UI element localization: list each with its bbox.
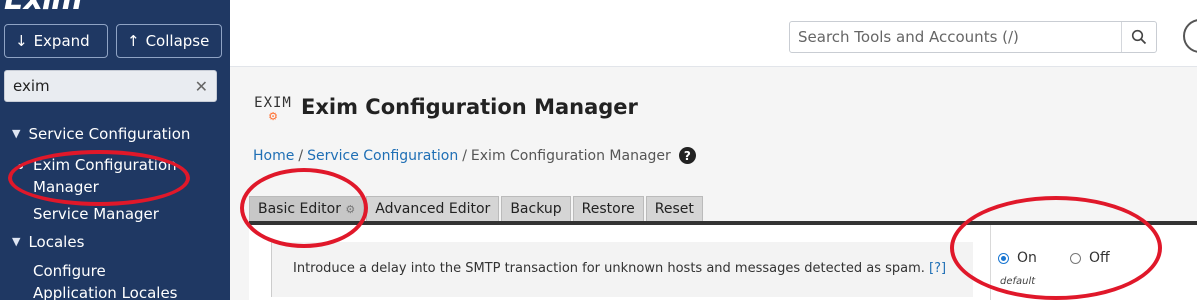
sidebar-item-label: Service Manager bbox=[33, 205, 159, 223]
radio-on[interactable]: On bbox=[998, 250, 1037, 266]
column-divider bbox=[990, 225, 991, 300]
nav-section-label: Locales bbox=[28, 233, 85, 251]
nav-section-locales[interactable]: ▼ Locales bbox=[0, 228, 230, 256]
radio-on-indicator[interactable] bbox=[998, 252, 1009, 264]
tab-label: Reset bbox=[654, 201, 694, 217]
setting-description-text: Introduce a delay into the SMTP transact… bbox=[293, 261, 925, 276]
tab-basic-editor[interactable]: Basic Editor ⚙ bbox=[249, 196, 365, 222]
exim-logo: EXIM ⚙ bbox=[253, 95, 293, 123]
tab-restore[interactable]: Restore bbox=[572, 196, 644, 222]
sidebar-item-configure-application-locales[interactable]: Configure Application Locales bbox=[0, 260, 230, 300]
nav-section-service-configuration[interactable]: ▼ Service Configuration bbox=[0, 120, 230, 148]
sidebar-item-service-manager[interactable]: Service Manager bbox=[0, 203, 230, 225]
user-icon[interactable] bbox=[1183, 19, 1197, 53]
sidebar: Exim ↓ Expand ↑ Collapse exim ✕ ▼ Servic… bbox=[0, 0, 230, 300]
tab-reset[interactable]: Reset bbox=[645, 196, 703, 222]
settings-icon: ⚙ bbox=[345, 203, 356, 216]
setting-options: On Off default bbox=[994, 242, 1197, 297]
sidebar-search-value: exim bbox=[13, 77, 50, 95]
search-tools-input[interactable]: Search Tools and Accounts (/) bbox=[789, 21, 1157, 53]
collapse-label: Collapse bbox=[145, 32, 210, 50]
main-content: EXIM ⚙ Exim Configuration Manager Home /… bbox=[230, 67, 1197, 300]
tab-backup[interactable]: Backup bbox=[501, 196, 571, 222]
tab-label: Advanced Editor bbox=[375, 201, 491, 217]
chevron-down-icon: ▼ bbox=[12, 127, 21, 140]
chevron-down-icon: ▼ bbox=[12, 235, 21, 248]
expand-label: Expand bbox=[33, 32, 90, 50]
page-title: Exim Configuration Manager bbox=[301, 95, 638, 119]
setting-row: Introduce a delay into the SMTP transact… bbox=[271, 242, 973, 297]
sidebar-item-label: Configure Application Locales bbox=[33, 262, 178, 300]
arrow-up-icon: ↑ bbox=[127, 32, 140, 50]
settings-panel: Introduce a delay into the SMTP transact… bbox=[249, 225, 1197, 300]
sidebar-nav: ▼ Service Configuration Exim Configurati… bbox=[0, 120, 230, 300]
tab-label: Restore bbox=[581, 201, 635, 217]
radio-off-indicator[interactable] bbox=[1070, 252, 1081, 264]
tab-label: Backup bbox=[510, 201, 562, 217]
search-placeholder: Search Tools and Accounts (/) bbox=[798, 28, 1019, 46]
help-link[interactable]: [?] bbox=[929, 261, 946, 276]
arrow-down-icon: ↓ bbox=[15, 32, 28, 50]
sidebar-item-exim-configuration-manager[interactable]: Exim Configuration Manager bbox=[0, 154, 230, 198]
editor-tabs: Basic Editor ⚙ Advanced Editor Backup Re… bbox=[249, 196, 703, 222]
expand-button[interactable]: ↓ Expand bbox=[4, 24, 108, 58]
breadcrumb-home[interactable]: Home bbox=[253, 148, 294, 164]
breadcrumb-separator: / bbox=[298, 147, 304, 164]
sidebar-item-label: Exim Configuration Manager bbox=[33, 156, 177, 196]
page-header: EXIM ⚙ Exim Configuration Manager bbox=[253, 95, 638, 123]
setting-description: Introduce a delay into the SMTP transact… bbox=[293, 261, 946, 276]
radio-on-label: On bbox=[1017, 250, 1037, 266]
search-icon[interactable] bbox=[1121, 22, 1156, 52]
radio-off-label: Off bbox=[1089, 250, 1110, 266]
breadcrumb: Home / Service Configuration / Exim Conf… bbox=[253, 147, 696, 164]
radio-off[interactable]: Off bbox=[1070, 250, 1110, 266]
clear-icon[interactable]: ✕ bbox=[195, 77, 208, 96]
default-label: default bbox=[1000, 276, 1036, 287]
nav-section-label: Service Configuration bbox=[28, 125, 191, 143]
tab-advanced-editor[interactable]: Advanced Editor bbox=[366, 196, 500, 222]
breadcrumb-service-configuration[interactable]: Service Configuration bbox=[307, 148, 458, 164]
sidebar-search-input[interactable]: exim ✕ bbox=[4, 70, 217, 102]
gear-icon: ⚙ bbox=[268, 110, 278, 123]
brand-logo: Exim bbox=[4, 0, 82, 17]
breadcrumb-current: Exim Configuration Manager bbox=[470, 147, 671, 164]
breadcrumb-separator: / bbox=[462, 147, 467, 164]
help-icon[interactable]: ? bbox=[678, 147, 696, 164]
sidebar-toggle-row: ↓ Expand ↑ Collapse bbox=[4, 24, 222, 58]
top-bar: Search Tools and Accounts (/) bbox=[230, 0, 1197, 67]
tab-label: Basic Editor bbox=[258, 201, 341, 217]
collapse-button[interactable]: ↑ Collapse bbox=[116, 24, 222, 58]
exim-logo-word: EXIM bbox=[254, 95, 292, 111]
